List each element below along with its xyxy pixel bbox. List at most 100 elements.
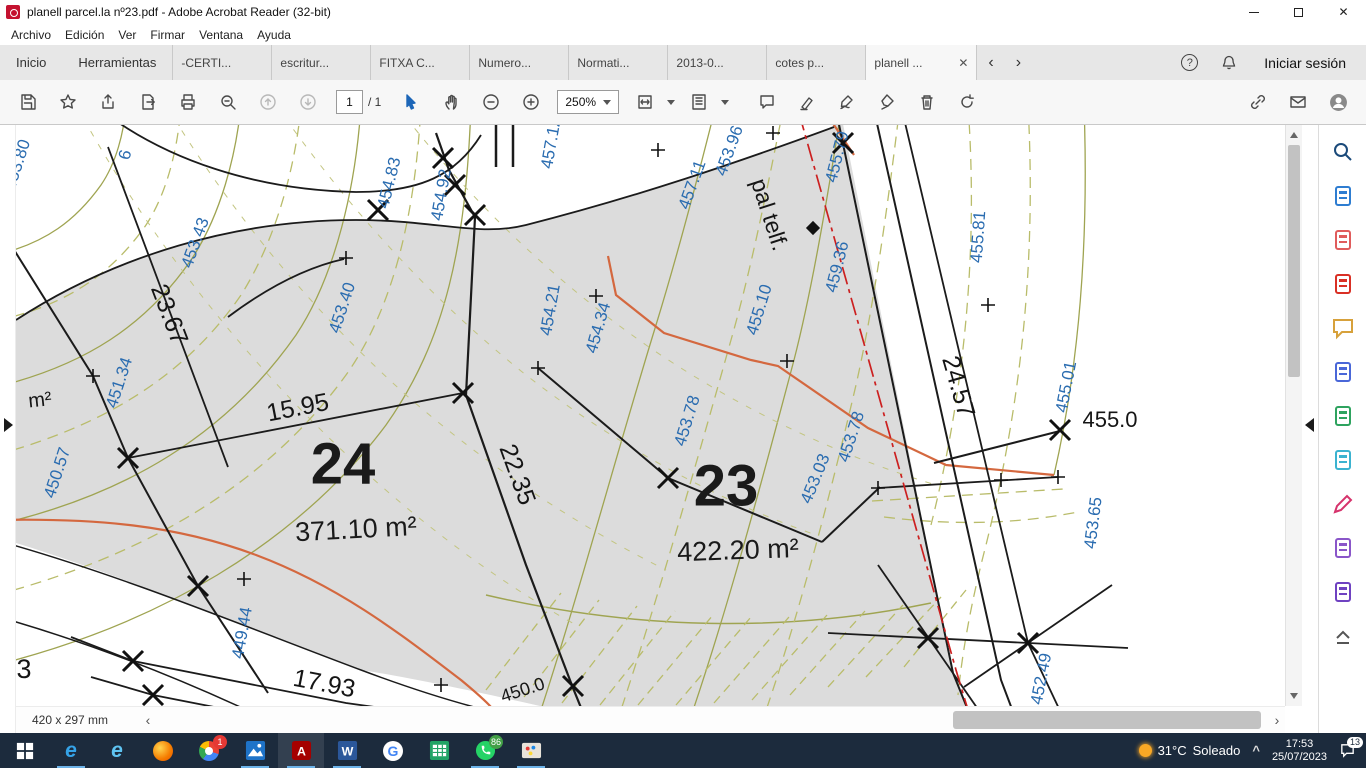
hand-tool-icon[interactable] [431,85,471,119]
star-favorites-icon[interactable] [48,85,88,119]
ink-pen-icon[interactable] [867,85,907,119]
taskbar-acrobat-icon[interactable]: A [278,733,324,768]
vscroll-up-arrow[interactable] [1290,132,1298,138]
hscroll-right-arrow[interactable]: › [1269,712,1285,728]
taskbar-firefox-icon[interactable] [140,733,186,768]
taskbar-paint-icon[interactable] [508,733,554,768]
menu-edición[interactable]: Edición [58,26,111,44]
tab-scroll-left-icon[interactable]: ‹ [977,55,1004,71]
sidebar-tool-convert-icon[interactable] [1325,399,1361,433]
doc-tab[interactable]: FITXA C... [370,45,469,80]
doc-tab-label: Normati... [577,56,629,70]
email-icon[interactable] [1278,85,1318,119]
sidebar-tool-fill-sign-icon[interactable] [1325,487,1361,521]
horizontal-scrollbar-row: 420 x 297 mm ‹ › [16,706,1285,733]
acrobat-app-icon [6,5,20,19]
doc-tab[interactable]: -CERTI... [172,45,271,80]
vscroll-down-arrow[interactable] [1290,693,1298,699]
doc-tab[interactable]: Numero... [469,45,568,80]
taskbar-browser-icon[interactable]: 1 [186,733,232,768]
next-view-icon[interactable] [288,85,328,119]
rotate-tool-icon[interactable] [947,85,987,119]
save-icon[interactable] [8,85,48,119]
sidebar-tool-share-review-icon[interactable] [1325,575,1361,609]
sign-in-button[interactable]: Iniciar sesión [1264,55,1346,71]
help-icon[interactable]: ? [1181,54,1198,71]
doc-tab[interactable]: escritur... [271,45,370,80]
taskbar-clock[interactable]: 17:53 25/07/2023 [1272,738,1327,764]
page-display-caret-icon[interactable] [721,100,729,105]
user-avatar-icon[interactable] [1318,85,1358,119]
fit-width-caret-icon[interactable] [667,100,675,105]
left-pane-strip [0,125,16,733]
select-tool-icon[interactable] [391,85,431,119]
doc-tab[interactable]: 2013-0... [667,45,766,80]
menu-ayuda[interactable]: Ayuda [250,26,298,44]
taskbar-photos-icon[interactable] [232,733,278,768]
taskbar-edge-icon[interactable]: e [48,733,94,768]
doc-tab[interactable]: Normati... [568,45,667,80]
doc-tab[interactable]: cotes p... [766,45,865,80]
highlight-tool-icon[interactable] [787,85,827,119]
sign-pen-icon[interactable] [827,85,867,119]
sidebar-tool-stamp-icon[interactable] [1325,531,1361,565]
close-button[interactable]: ✕ [1321,0,1366,24]
tab-scroll-right-icon[interactable]: › [1005,55,1032,71]
maximize-button[interactable] [1276,0,1321,24]
zoom-level-select[interactable]: 250% [557,90,619,114]
sidebar-tool-export-pdf-icon[interactable] [1325,179,1361,213]
vertical-scrollbar[interactable] [1285,125,1302,706]
notification-center-icon[interactable]: 13 [1339,742,1356,759]
menu-archivo[interactable]: Archivo [4,26,58,44]
nav-pane-toggle-icon[interactable] [4,418,13,432]
weather-widget[interactable]: 31°C Soleado [1139,743,1241,758]
tab-herramientas[interactable]: Herramientas [62,45,172,80]
fit-width-icon[interactable] [625,85,665,119]
vscroll-thumb[interactable] [1288,145,1300,377]
marquee-zoom-icon[interactable] [208,85,248,119]
title-bar: planell parcel.la nº23.pdf - Adobe Acrob… [0,0,1366,24]
export-page-icon[interactable] [128,85,168,119]
maximize-icon [1294,8,1303,17]
previous-view-icon[interactable] [248,85,288,119]
taskbar-google-icon[interactable]: G [370,733,416,768]
print-icon[interactable] [168,85,208,119]
hscroll-thumb[interactable] [953,711,1261,729]
page-display-icon[interactable] [679,85,719,119]
menu-ver[interactable]: Ver [111,26,143,44]
taskbar-whatsapp-icon[interactable]: 86 [462,733,508,768]
hscroll-left-arrow[interactable]: ‹ [140,712,156,728]
taskbar-start-icon[interactable] [2,733,48,768]
share-icon[interactable] [88,85,128,119]
minimize-button[interactable] [1231,0,1276,24]
sidebar-tool-collapse-icon[interactable] [1325,619,1361,653]
page-number-input[interactable]: 1 [336,90,363,114]
doc-tab-label: 2013-0... [676,56,723,70]
comment-tool-icon[interactable] [747,85,787,119]
delete-tool-icon[interactable] [907,85,947,119]
tray-expand-icon[interactable]: ^ [1252,743,1260,758]
taskbar-word-icon[interactable]: W [324,733,370,768]
taskbar-sheets-icon[interactable] [416,733,462,768]
share-link-icon[interactable] [1238,85,1278,119]
taskbar-internet-explorer-icon[interactable]: e [94,733,140,768]
zoom-out-icon[interactable] [471,85,511,119]
tab-inicio[interactable]: Inicio [0,45,62,80]
sidebar-tool-organize-pages-icon[interactable] [1325,223,1361,257]
tab-close-icon[interactable]: ✕ [954,56,968,70]
sidebar-tool-search-icon[interactable] [1325,135,1361,169]
sidebar-tool-comment-icon[interactable] [1325,311,1361,345]
menu-ventana[interactable]: Ventana [192,26,250,44]
menu-firmar[interactable]: Firmar [143,26,192,44]
sidebar-tool-create-pdf-icon[interactable] [1325,267,1361,301]
document-canvas[interactable]: 453.806453.43451.34450.57449.44453.40454… [16,125,1285,706]
notifications-bell-icon[interactable] [1220,54,1238,72]
tools-pane-toggle-icon[interactable] [1305,418,1314,432]
map-label-annotation: m² [27,388,53,412]
doc-tab[interactable]: planell ...✕ [865,45,977,80]
sidebar-tool-combine-files-icon[interactable] [1325,355,1361,389]
hscroll-track[interactable] [156,707,1269,733]
content-area: 453.806453.43451.34450.57449.44453.40454… [0,125,1366,733]
zoom-in-icon[interactable] [511,85,551,119]
sidebar-tool-protect-icon[interactable] [1325,443,1361,477]
